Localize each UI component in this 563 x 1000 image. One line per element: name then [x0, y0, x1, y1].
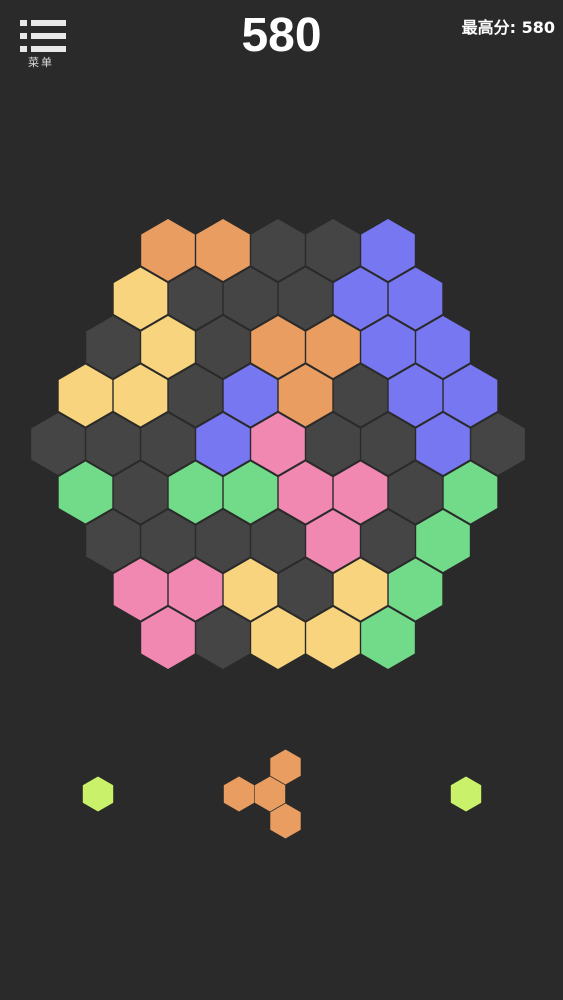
piece-single-right-cell[interactable] — [450, 776, 482, 812]
piece-single-right-shape — [450, 776, 482, 812]
game-screen: 菜单 580 最高分: 580 — [0, 0, 563, 1000]
